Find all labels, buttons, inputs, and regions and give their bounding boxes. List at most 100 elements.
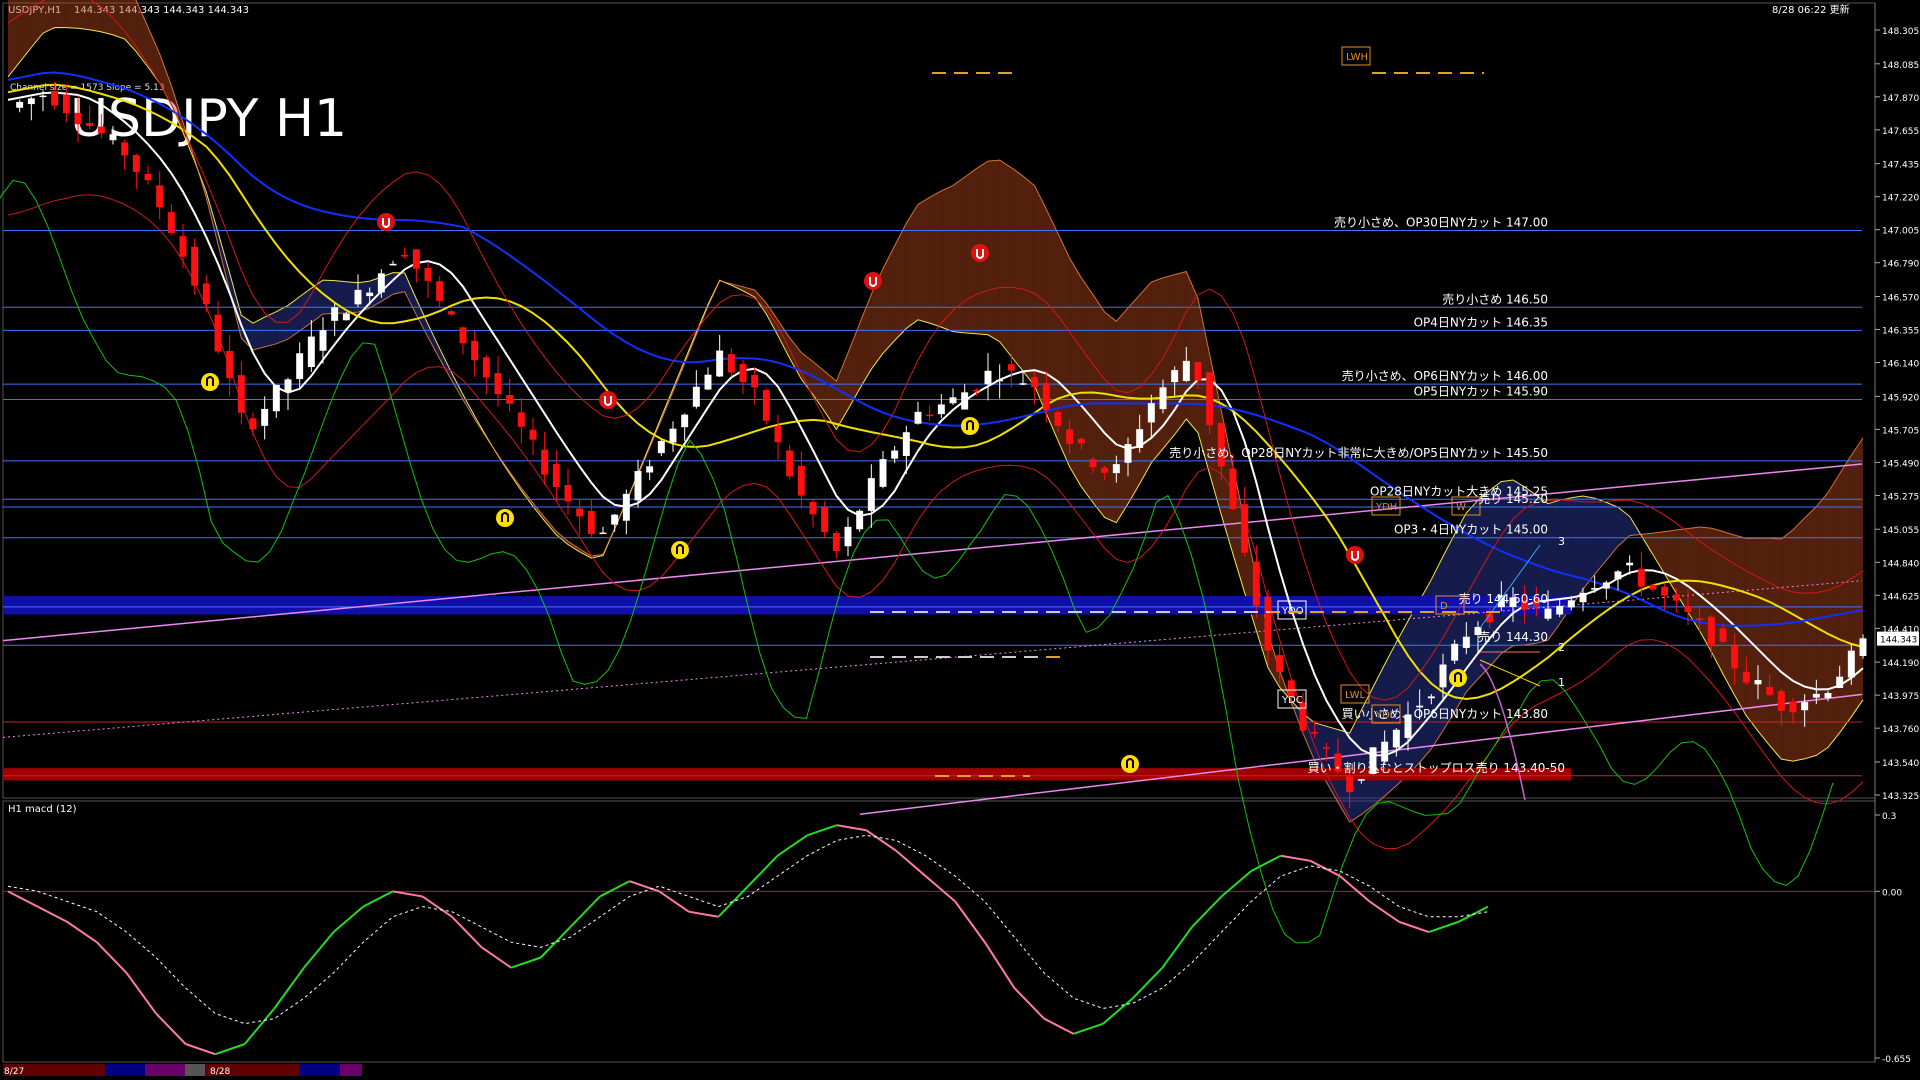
candle-body bbox=[1206, 372, 1214, 426]
candle-body bbox=[144, 173, 152, 181]
cloud-segment bbox=[918, 197, 930, 324]
candle-body bbox=[436, 281, 444, 301]
cloud-segment bbox=[1816, 492, 1828, 756]
y-tick-label: 144.190 bbox=[1882, 659, 1919, 669]
session-bar bbox=[145, 1064, 185, 1076]
candle-body bbox=[669, 428, 677, 443]
candle-body bbox=[167, 212, 175, 233]
candle-body bbox=[821, 507, 829, 533]
y-tick-label: 147.435 bbox=[1882, 161, 1919, 171]
macd-label: H1 macd (12) bbox=[8, 804, 77, 815]
candle-body bbox=[844, 526, 852, 547]
candle-body bbox=[1602, 582, 1610, 589]
level-label: 売り 144.50-60 bbox=[1459, 591, 1548, 606]
candle-body bbox=[51, 91, 59, 106]
candle-body bbox=[1707, 616, 1715, 647]
cloud-segment bbox=[1174, 271, 1187, 435]
candle-body bbox=[1124, 444, 1132, 463]
cloud-segment bbox=[89, 0, 102, 32]
candle-body bbox=[389, 263, 397, 266]
candle-body bbox=[62, 94, 70, 114]
y-tick-label: 143.975 bbox=[1882, 692, 1919, 702]
fractal-down-marker bbox=[377, 213, 395, 231]
candle-body bbox=[1042, 383, 1050, 410]
fractal-up-marker bbox=[201, 373, 219, 391]
candle-body bbox=[412, 249, 420, 269]
candle-body bbox=[1684, 606, 1692, 612]
candle-body bbox=[587, 511, 595, 534]
ydl-marker: YDL bbox=[1375, 710, 1396, 721]
candle-body bbox=[249, 418, 257, 430]
candle-body bbox=[1182, 360, 1190, 381]
level-label: 買い・割り込むとストップロス売り 143.40-50 bbox=[1308, 760, 1565, 775]
candle-body bbox=[1556, 605, 1564, 615]
candle-body bbox=[1579, 592, 1587, 603]
candle-body bbox=[984, 370, 992, 385]
cloud-segment bbox=[1069, 258, 1082, 487]
candle-body bbox=[1346, 776, 1354, 793]
y-tick-label: 147.870 bbox=[1882, 94, 1919, 104]
candle-body bbox=[1614, 571, 1622, 580]
trading-chart[interactable]: USDJPY,H1 144.343 144.343 144.343 144.34… bbox=[0, 0, 1920, 1080]
candle-body bbox=[1357, 779, 1365, 781]
fractal-up-marker bbox=[961, 417, 979, 435]
candle-body bbox=[1322, 747, 1330, 749]
y-tick-label: 144.840 bbox=[1882, 559, 1919, 569]
cloud-segment bbox=[1081, 277, 1093, 503]
candle-body bbox=[879, 459, 887, 487]
candle-body bbox=[1836, 676, 1844, 688]
candle-body bbox=[1649, 584, 1657, 590]
candle-body bbox=[39, 95, 47, 98]
candle-body bbox=[902, 432, 910, 456]
cloud-segment bbox=[1139, 282, 1152, 484]
candle-body bbox=[1637, 568, 1645, 587]
candle-body bbox=[447, 311, 455, 315]
candle-body bbox=[996, 379, 1004, 382]
cloud-segment bbox=[1828, 473, 1840, 748]
candle-body bbox=[494, 373, 502, 395]
candle-body bbox=[774, 425, 782, 443]
y-tick-label: 148.305 bbox=[1882, 27, 1919, 37]
candle-body bbox=[121, 142, 129, 156]
cloud-segment bbox=[1723, 531, 1735, 696]
candle-body bbox=[1672, 594, 1680, 601]
cloud-segment bbox=[1758, 538, 1770, 746]
candle-body bbox=[1019, 383, 1027, 385]
y-tick-label: 147.655 bbox=[1882, 127, 1919, 137]
candle-body bbox=[762, 390, 770, 421]
level-label: 売り小さめ 146.50 bbox=[1442, 291, 1548, 306]
macd-y-tick-label: 0.3 bbox=[1882, 812, 1896, 822]
candle-body bbox=[564, 485, 572, 502]
candle-body bbox=[1264, 596, 1272, 651]
candle-body bbox=[681, 414, 689, 428]
cloud-segment bbox=[1839, 455, 1852, 733]
candle-body bbox=[97, 126, 105, 134]
candle-body bbox=[86, 122, 94, 127]
candle-body bbox=[354, 289, 362, 305]
candle-body bbox=[1159, 387, 1167, 410]
candle-body bbox=[891, 450, 899, 459]
candle-body bbox=[1031, 377, 1039, 388]
candle-body bbox=[331, 307, 339, 321]
cloud-segment bbox=[101, 0, 113, 35]
candle-body bbox=[541, 449, 549, 475]
candle-body bbox=[296, 353, 304, 380]
candle-body bbox=[786, 450, 794, 477]
candle-body bbox=[156, 185, 164, 208]
candle-body bbox=[1544, 608, 1552, 619]
candle-body bbox=[692, 386, 700, 407]
lwh-marker: LWH bbox=[1346, 52, 1368, 63]
candle-body bbox=[1299, 702, 1307, 731]
candle-body bbox=[1777, 691, 1785, 711]
candle-body bbox=[237, 375, 245, 413]
candle-body bbox=[611, 514, 619, 525]
candle-body bbox=[1311, 732, 1319, 734]
candle-body bbox=[949, 397, 957, 404]
candle-body bbox=[1171, 370, 1179, 383]
candle-body bbox=[961, 392, 969, 410]
fractal-down-marker bbox=[599, 391, 617, 409]
candle-body bbox=[1194, 361, 1202, 381]
candle-body bbox=[506, 394, 514, 404]
cloud-segment bbox=[941, 185, 953, 332]
session-bar bbox=[185, 1064, 205, 1076]
